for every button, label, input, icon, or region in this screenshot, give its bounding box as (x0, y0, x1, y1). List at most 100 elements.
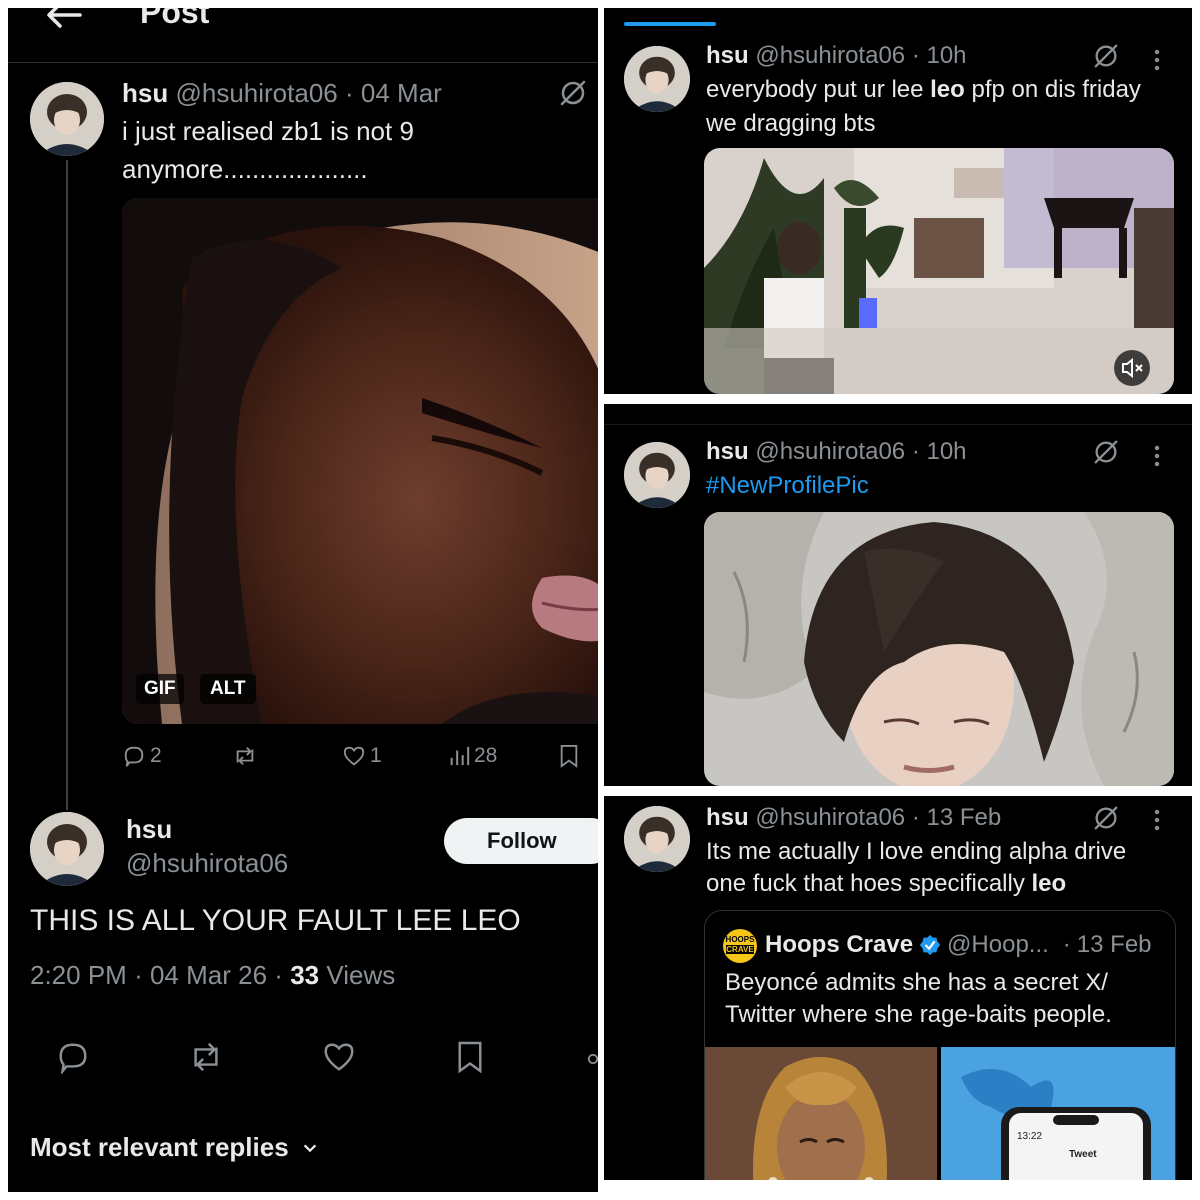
grok-icon[interactable] (1092, 804, 1120, 832)
separator: · (274, 960, 283, 990)
display-name[interactable]: hsu (706, 804, 749, 831)
chevron-down-icon (301, 1139, 319, 1157)
post-time[interactable]: 10h (926, 42, 966, 69)
quoted-image-right[interactable]: 13:22 Tweet (941, 1047, 1175, 1180)
reply-action[interactable]: 2 (122, 744, 162, 768)
logo-text: CRAVE (726, 945, 754, 954)
post-date[interactable]: 04 Mar (361, 78, 442, 108)
thread-line (66, 160, 68, 810)
replies-sort-label: Most relevant replies (30, 1132, 289, 1162)
post-time: 2:20 PM (30, 960, 127, 990)
repost-icon (232, 744, 258, 768)
phone-title: Tweet (1069, 1149, 1097, 1160)
avatar[interactable] (624, 46, 690, 112)
reply-icon (122, 744, 146, 768)
handle[interactable]: @hsuhirota06 (755, 42, 905, 69)
post-text-line1: i just realised zb1 is not 9 (122, 116, 414, 146)
main-handle[interactable]: @hsuhirota06 (126, 848, 288, 879)
display-name[interactable]: hsu (706, 42, 749, 69)
more-icon[interactable] (1152, 444, 1162, 468)
reply-icon[interactable] (56, 1040, 90, 1074)
quoted-text-line2: Twitter where she rage-baits people. (725, 1001, 1112, 1028)
post-text-line1: Its me actually I love ending alpha driv… (706, 838, 1127, 865)
post-time[interactable]: 10h (926, 438, 966, 465)
post-header: hsu @hsuhirota06 · 10h (706, 42, 967, 70)
like-icon (342, 744, 366, 768)
repost-icon[interactable] (188, 1040, 224, 1074)
separator: · (344, 78, 354, 108)
separator: · (134, 960, 143, 990)
grok-icon[interactable] (1092, 438, 1120, 466)
separator: · (911, 438, 920, 465)
quoted-display-name[interactable]: Hoops Crave (765, 931, 913, 959)
post-text-line2: anymore.................... (122, 154, 368, 184)
reply-count: 2 (150, 744, 162, 767)
verified-icon (919, 934, 941, 956)
post-image[interactable] (704, 512, 1174, 786)
quoted-tweet[interactable]: HOOPS CRAVE Hoops Crave @Hoop... · 13 Fe… (704, 910, 1176, 1180)
display-name[interactable]: hsu (122, 78, 168, 108)
separator: · (911, 804, 920, 831)
post-time[interactable]: 13 Feb (926, 804, 1001, 831)
handle[interactable]: @hsuhirota06 (755, 438, 905, 465)
mute-icon[interactable] (1114, 350, 1150, 386)
grok-icon[interactable] (558, 78, 588, 108)
like-action[interactable]: 1 (342, 744, 382, 768)
hashtag-link[interactable]: #NewProfilePic (706, 472, 869, 500)
views-icon (448, 745, 470, 767)
views-count[interactable]: 33 (290, 960, 319, 990)
post-text-part: one fuck that hoes specifically (706, 870, 1032, 897)
separator: · (1062, 931, 1071, 958)
post-text-part: everybody put ur lee (706, 76, 931, 103)
avatar[interactable] (30, 82, 104, 156)
quoted-time[interactable]: 13 Feb (1077, 931, 1152, 959)
tweet-panel-quote: hsu @hsuhirota06 · 13 Feb Its me actuall… (604, 796, 1192, 1180)
display-name[interactable]: hsu (706, 438, 749, 465)
logo-text: HOOPS (725, 935, 755, 944)
like-icon[interactable] (322, 1040, 356, 1074)
quoted-image-left[interactable] (705, 1047, 937, 1180)
header-divider (604, 424, 1192, 425)
post-detail-panel: Post hsu @hsuhirota06 · 04 Mar i just re… (8, 8, 598, 1192)
post-date: 04 Mar 26 (149, 960, 268, 990)
more-icon[interactable] (1152, 48, 1162, 72)
bookmark-icon[interactable] (456, 1040, 484, 1074)
views-label: Views (326, 960, 396, 990)
bookmark-icon[interactable] (558, 744, 580, 768)
main-display-name[interactable]: hsu (126, 814, 172, 845)
post-video[interactable] (704, 148, 1174, 394)
views-action[interactable]: 28 (448, 744, 497, 768)
quoted-text-line1: Beyoncé admits she has a secret X/ (725, 969, 1108, 996)
avatar[interactable] (624, 806, 690, 872)
main-avatar[interactable] (30, 812, 104, 886)
header-divider (8, 62, 598, 63)
repost-action[interactable] (232, 744, 258, 768)
quoted-handle[interactable]: @Hoop... (947, 931, 1049, 959)
replies-sort[interactable]: Most relevant replies (30, 1132, 319, 1163)
phone-time: 13:22 (1017, 1131, 1043, 1142)
back-arrow-icon[interactable] (44, 8, 84, 30)
main-post-text: THIS IS ALL YOUR FAULT LEE LEO (30, 904, 521, 937)
views-count: 28 (474, 744, 498, 767)
handle[interactable]: @hsuhirota06 (755, 804, 905, 831)
post-text-line2: we dragging bts (706, 110, 876, 137)
hoops-crave-logo: HOOPS CRAVE (723, 935, 757, 954)
share-icon[interactable] (586, 1052, 598, 1066)
post-header: hsu @hsuhirota06 · 10h (706, 438, 967, 466)
grok-icon[interactable] (1092, 42, 1120, 70)
post-header: hsu @hsuhirota06 · 13 Feb (706, 804, 1001, 832)
follow-button[interactable]: Follow (444, 818, 598, 864)
post-text-line2: one fuck that hoes specifically leo (706, 870, 1066, 898)
tweet-panel-video: hsu @hsuhirota06 · 10h everybody put ur … (604, 8, 1192, 394)
post-text-line1: everybody put ur lee leo pfp on dis frid… (706, 76, 1141, 104)
handle[interactable]: @hsuhirota06 (175, 78, 337, 108)
like-count: 1 (370, 744, 382, 767)
avatar[interactable] (624, 442, 690, 508)
more-icon[interactable] (1152, 808, 1162, 832)
post-header: hsu @hsuhirota06 · 04 Mar (122, 78, 442, 109)
alt-badge[interactable]: ALT (200, 674, 256, 704)
post-gif[interactable]: GIF ALT (122, 198, 598, 724)
tweet-panel-profile-pic: hsu @hsuhirota06 · 10h #NewProfilePic (604, 404, 1192, 786)
post-text-part: pfp on dis friday (964, 76, 1141, 103)
quoted-avatar[interactable]: HOOPS CRAVE (723, 929, 757, 963)
